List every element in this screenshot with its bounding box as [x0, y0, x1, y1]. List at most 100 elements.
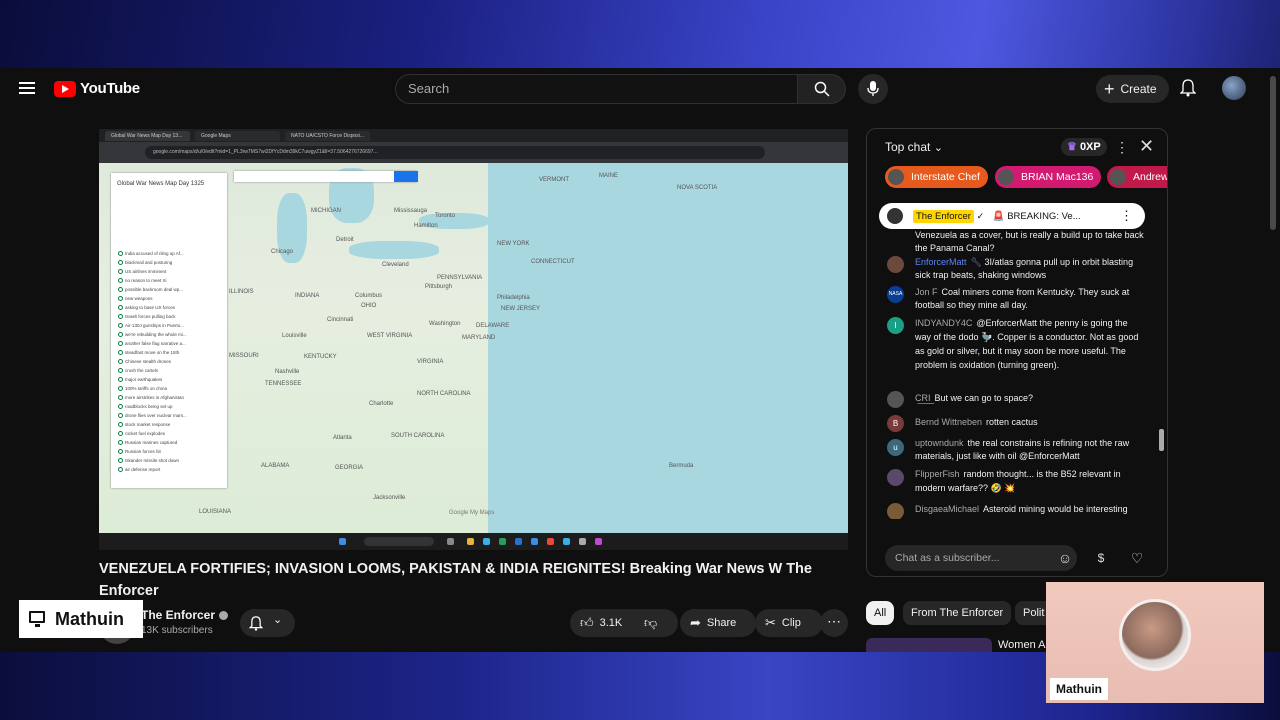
layer-item: new weapons — [118, 296, 153, 301]
chat-avatar[interactable] — [887, 391, 904, 408]
search-input[interactable]: Search — [395, 74, 798, 104]
chat-avatar[interactable] — [887, 503, 904, 519]
map-label: Toronto — [435, 213, 456, 219]
heart-icon[interactable]: ♡ — [1127, 548, 1147, 568]
like-button[interactable]: 👍︎ 3.1K — [570, 609, 644, 637]
live-chat: Top chat ⌄ ♛ 0XP ⋮ ✕ Interstate Chef BRI… — [866, 128, 1168, 577]
chat-message: C͟R͟I͟ But we can go to space? — [915, 392, 1145, 405]
chat-text: Venezuela as a cover, but is really a bu… — [915, 230, 1144, 253]
chevron-down-icon: ⌄ — [273, 614, 283, 626]
chat-scrollbar[interactable] — [1159, 429, 1164, 451]
filter-chip-all[interactable]: All — [866, 601, 895, 625]
notifications-button[interactable] — [1179, 79, 1197, 102]
close-icon[interactable]: ✕ — [1139, 136, 1154, 157]
map-label: GEORGIA — [335, 465, 364, 471]
taskbar-app-icon — [531, 538, 538, 545]
taskbar-app-icon — [483, 538, 490, 545]
menu-icon[interactable] — [19, 82, 35, 94]
xp-badge[interactable]: ♛ 0XP — [1061, 138, 1107, 156]
voice-search-button[interactable] — [858, 74, 888, 104]
chat-avatar[interactable]: I — [887, 317, 904, 334]
map-label: SOUTH CAROLINA — [391, 433, 445, 439]
pinned-message[interactable]: The Enforcer ✓ 🚨 BREAKING: Ve... ⋮ — [879, 203, 1145, 229]
clip-button[interactable]: ✂ Clip — [755, 609, 823, 637]
xp-value: 0XP — [1079, 141, 1101, 153]
super-chat-ticker[interactable]: Andrew — [1107, 166, 1167, 188]
chat-avatar[interactable] — [887, 469, 904, 486]
map-label: MAINE — [599, 173, 619, 179]
map-label: Mississauga — [394, 208, 428, 214]
chat-avatar[interactable]: NASA — [887, 286, 904, 303]
chat-avatar[interactable]: u — [887, 439, 904, 456]
chat-mode-selector[interactable]: Top chat ⌄ — [885, 140, 943, 154]
map-label: WEST VIRGINIA — [367, 333, 413, 339]
captured-taskbar-search — [364, 537, 434, 546]
layer-item: major earthquakes — [117, 377, 163, 382]
chat-author[interactable]: INDYANDY4C — [915, 318, 972, 328]
share-label: Share — [706, 617, 737, 629]
super-chat-ticker[interactable]: BRIAN Mac136 — [995, 166, 1102, 188]
chat-avatar[interactable] — [887, 256, 904, 273]
chat-message: Jon F Coal miners come from Kentucky. The… — [915, 286, 1145, 311]
youtube-logo[interactable]: YouTube — [54, 80, 140, 97]
filter-chip-channel[interactable]: From The Enforcer — [903, 601, 1012, 625]
layer-item: India accused of riling up Af... — [118, 251, 184, 256]
layer-item: no reason to meet Xi — [118, 278, 167, 283]
emoji-icon[interactable]: ☺ — [1055, 548, 1075, 568]
chat-author[interactable]: EnforcerMatt — [915, 257, 967, 267]
chat-text: Asteroid mining would be interesting — [983, 504, 1128, 514]
taskbar-app-icon — [467, 538, 474, 545]
subscription-bell-button[interactable]: ⌄ — [240, 609, 295, 637]
search-icon — [814, 81, 830, 97]
map-label: Chicago — [271, 249, 294, 255]
pinned-menu-icon[interactable]: ⋮ — [1120, 203, 1133, 229]
chat-message: DisgaeaMichael Asteroid mining would be i… — [915, 503, 1145, 516]
super-chat-icon[interactable]: $ — [1091, 548, 1111, 568]
channel-name[interactable]: The Enforcer — [141, 608, 229, 622]
create-button[interactable]: + Create — [1096, 75, 1169, 103]
chat-author[interactable]: Jon F — [915, 287, 938, 297]
chat-message: uptowndunk the real constrains is refinin… — [915, 437, 1145, 462]
recommended-title[interactable]: Women A — [998, 639, 1046, 651]
captured-tab: Global War News Map Day 13... — [105, 131, 190, 141]
captured-address-bar: google.com/maps/d/u/0/edit?mid=1_PL3rw7M… — [99, 142, 848, 163]
map-label: NEW YORK — [497, 241, 530, 247]
chat-message-list[interactable]: Venezuela as a cover, but is really a bu… — [867, 229, 1157, 519]
chat-author[interactable]: FlipperFish — [915, 469, 960, 479]
chat-menu-icon[interactable]: ⋮ — [1115, 139, 1129, 156]
chat-input[interactable]: Chat as a subscriber... — [885, 545, 1077, 571]
map-label: Pittsburgh — [425, 284, 453, 290]
super-chat-ticker[interactable]: Interstate Chef — [885, 166, 988, 188]
chat-author[interactable]: uptowndunk — [915, 438, 964, 448]
dislike-button[interactable]: 👎︎ — [635, 609, 678, 637]
layer-item: 100% tariffs on china — [118, 386, 167, 391]
video-title: VENEZUELA FORTIFIES; INVASION LOOMS, PAK… — [99, 561, 812, 599]
chat-author[interactable]: C͟R͟I͟ — [915, 393, 931, 403]
map-label: Detroit — [336, 237, 354, 243]
page-scrollbar[interactable] — [1270, 76, 1276, 230]
bell-icon — [249, 616, 263, 631]
chat-text: rotten cactus — [986, 417, 1038, 427]
layer-item: stock market response — [117, 422, 171, 427]
streamer-watermark: Mathuin — [19, 600, 143, 638]
chat-author[interactable]: DisgaeaMichael — [915, 504, 979, 514]
chat-message: Venezuela as a cover, but is really a bu… — [915, 229, 1145, 254]
more-actions-button[interactable]: ⋯ — [820, 609, 848, 637]
chat-avatar[interactable]: B — [887, 415, 904, 432]
share-button[interactable]: ➦ Share — [680, 609, 756, 637]
pinned-author: The Enforcer — [913, 210, 974, 223]
map-label: LOUISIANA — [199, 509, 232, 515]
account-avatar[interactable] — [1222, 76, 1246, 100]
layer-item: rocket fuel explodes — [117, 431, 166, 436]
masthead: YouTube Search + Create — [0, 68, 1280, 110]
chat-author[interactable]: Bernd Wittneben — [915, 417, 982, 427]
recommended-thumbnail[interactable] — [866, 638, 992, 652]
webcam-overlay: Mathuin — [1046, 582, 1264, 703]
map-label: NEW JERSEY — [501, 306, 541, 312]
map-label: Washington — [429, 321, 461, 327]
video-player[interactable]: Global War News Map Day 13... Google Map… — [99, 129, 848, 550]
search-button[interactable] — [798, 74, 846, 104]
layer-item: steadfast move on the 15th — [117, 350, 180, 355]
taskbar-app-icon — [515, 538, 522, 545]
more-icon: ⋯ — [827, 613, 841, 629]
